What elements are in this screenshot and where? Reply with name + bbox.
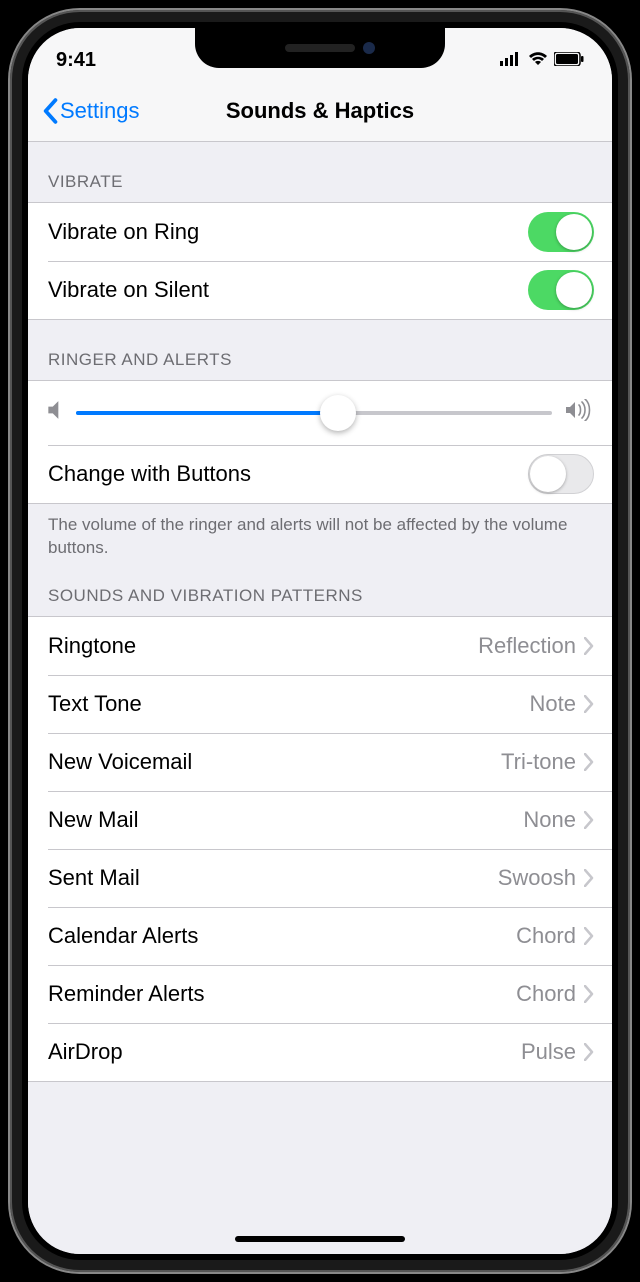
row-value: Reflection [478,633,576,659]
row-label: Change with Buttons [48,461,528,487]
row-label: Ringtone [48,633,478,659]
row-label: Reminder Alerts [48,981,516,1007]
row-label: New Mail [48,807,523,833]
row-pattern[interactable]: Text ToneNote [28,675,612,733]
row-value: Pulse [521,1039,576,1065]
toggle-vibrate-silent[interactable] [528,270,594,310]
row-label: Vibrate on Silent [48,277,528,303]
volume-slider[interactable] [76,411,552,415]
row-label: Calendar Alerts [48,923,516,949]
chevron-right-icon [584,985,594,1003]
device-frame: 9:41 Settings Sounds & Haptics VI [10,10,630,1272]
row-label: AirDrop [48,1039,521,1065]
back-button[interactable]: Settings [32,98,140,124]
row-value: Note [530,691,576,717]
row-vibrate-ring: Vibrate on Ring [28,203,612,261]
row-label: Vibrate on Ring [48,219,528,245]
row-value: Swoosh [498,865,576,891]
volume-high-icon [566,399,592,427]
row-label: Text Tone [48,691,530,717]
row-value: Tri-tone [501,749,576,775]
back-label: Settings [60,98,140,124]
chevron-right-icon [584,1043,594,1061]
toggle-change-with-buttons[interactable] [528,454,594,494]
nav-bar: Settings Sounds & Haptics [28,80,612,142]
row-pattern[interactable]: New MailNone [28,791,612,849]
home-indicator[interactable] [235,1236,405,1242]
status-time: 9:41 [56,49,96,72]
battery-icon [554,49,584,72]
chevron-right-icon [584,869,594,887]
row-label: New Voicemail [48,749,501,775]
row-vibrate-silent: Vibrate on Silent [28,261,612,319]
slider-thumb[interactable] [320,395,356,431]
row-pattern[interactable]: Calendar AlertsChord [28,907,612,965]
row-change-with-buttons: Change with Buttons [28,445,612,503]
row-value: Chord [516,923,576,949]
row-pattern[interactable]: Sent MailSwoosh [28,849,612,907]
row-pattern[interactable]: AirDropPulse [28,1023,612,1081]
notch [195,28,445,68]
section-footer-ringer: The volume of the ringer and alerts will… [28,504,612,566]
volume-low-icon [48,400,62,426]
section-header-ringer: RINGER AND ALERTS [28,320,612,380]
row-label: Sent Mail [48,865,498,891]
screen: 9:41 Settings Sounds & Haptics VI [28,28,612,1254]
chevron-right-icon [584,637,594,655]
chevron-right-icon [584,695,594,713]
page-title: Sounds & Haptics [226,98,414,124]
chevron-right-icon [584,753,594,771]
chevron-right-icon [584,811,594,829]
wifi-icon [528,49,548,72]
chevron-left-icon [42,98,58,124]
section-header-patterns: SOUNDS AND VIBRATION PATTERNS [28,566,612,616]
row-value: None [523,807,576,833]
chevron-right-icon [584,927,594,945]
row-pattern[interactable]: Reminder AlertsChord [28,965,612,1023]
row-pattern[interactable]: RingtoneReflection [28,617,612,675]
row-volume-slider [28,381,612,445]
row-value: Chord [516,981,576,1007]
toggle-vibrate-ring[interactable] [528,212,594,252]
content[interactable]: VIBRATE Vibrate on Ring Vibrate on Silen… [28,142,612,1254]
cellular-icon [500,49,522,72]
section-header-vibrate: VIBRATE [28,142,612,202]
row-pattern[interactable]: New VoicemailTri-tone [28,733,612,791]
